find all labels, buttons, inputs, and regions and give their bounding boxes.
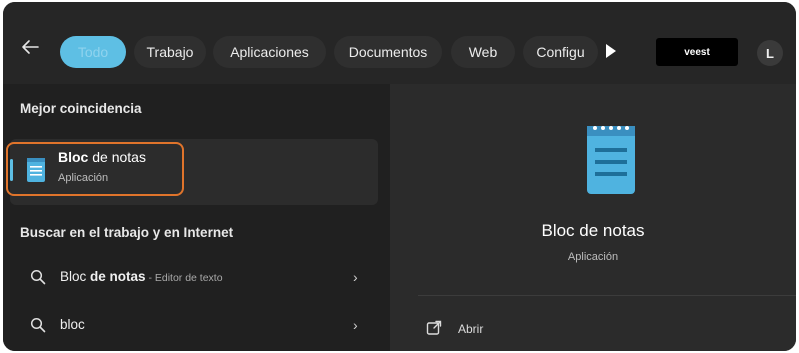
tab-configuracion[interactable]: Configu bbox=[523, 36, 598, 68]
search-icon bbox=[30, 317, 46, 333]
best-match-name: Bloc de notas bbox=[58, 149, 146, 165]
tab-todo[interactable]: Todo bbox=[60, 36, 126, 68]
tab-documentos[interactable]: Documentos bbox=[334, 36, 442, 68]
app-type: Aplicación bbox=[567, 251, 619, 263]
best-match-type: Aplicación bbox=[58, 172, 109, 184]
results-panel: Mejor coincidencia Bloc de notas Aplicac… bbox=[3, 84, 390, 351]
open-action[interactable]: Abrir bbox=[418, 314, 618, 344]
search-window: Todo Trabajo Aplicaciones Documentos Web… bbox=[3, 2, 796, 351]
preview-panel: Bloc de notas Aplicación Abrir bbox=[390, 84, 796, 351]
tab-aplicaciones[interactable]: Aplicaciones bbox=[213, 36, 326, 68]
back-button[interactable] bbox=[19, 36, 41, 58]
search-icon bbox=[30, 269, 46, 285]
tab-web[interactable]: Web bbox=[451, 36, 515, 68]
divider bbox=[418, 295, 796, 296]
suggestion-text: bloc bbox=[60, 317, 85, 332]
suggestion-row[interactable]: bloc › bbox=[10, 306, 378, 344]
selection-indicator bbox=[10, 159, 13, 181]
web-search-heading: Buscar en el trabajo y en Internet bbox=[20, 225, 234, 240]
tab-trabajo[interactable]: Trabajo bbox=[134, 36, 206, 68]
notepad-app-icon bbox=[587, 126, 635, 194]
avatar[interactable]: L bbox=[757, 40, 783, 66]
suggestion-row[interactable]: Bloc de notas - Editor de texto › bbox=[10, 258, 378, 296]
app-title: Bloc de notas bbox=[541, 221, 645, 240]
more-tabs-arrow-icon[interactable] bbox=[606, 44, 616, 58]
notepad-icon bbox=[27, 158, 45, 182]
arrow-left-icon bbox=[22, 40, 39, 54]
account-button[interactable]: veest bbox=[656, 38, 738, 66]
suggestion-text: Bloc de notas - Editor de texto bbox=[60, 269, 223, 284]
chevron-right-icon: › bbox=[353, 317, 358, 333]
filter-bar: Todo Trabajo Aplicaciones Documentos Web… bbox=[3, 2, 796, 84]
best-match-heading: Mejor coincidencia bbox=[20, 101, 142, 116]
open-icon bbox=[426, 320, 442, 335]
chevron-right-icon: › bbox=[353, 269, 358, 285]
open-action-label: Abrir bbox=[458, 322, 484, 336]
